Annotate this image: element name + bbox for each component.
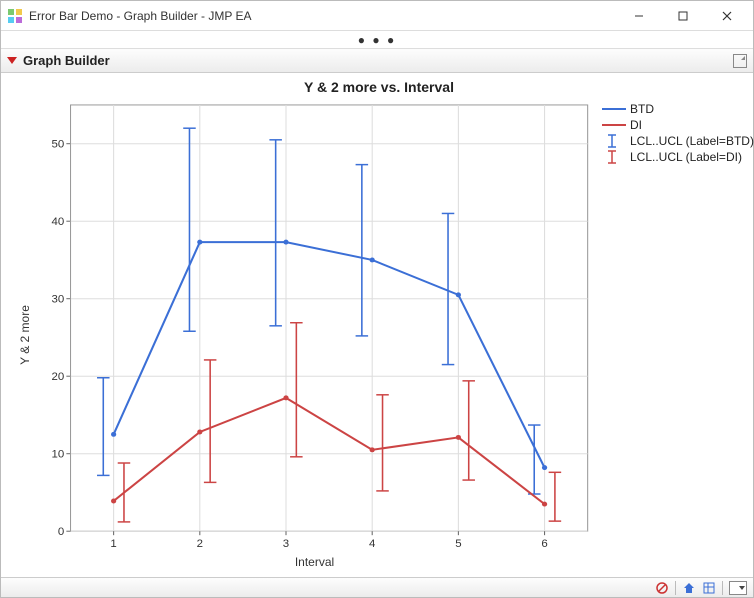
disclosure-triangle-icon[interactable]	[7, 57, 17, 64]
chart-container: Y & 2 more vs. Interval Y & 2 more 0 10 20…	[17, 79, 741, 571]
data-table-icon[interactable]	[702, 581, 716, 595]
svg-text:1: 1	[110, 538, 116, 550]
chart-title: Y & 2 more vs. Interval	[17, 79, 741, 99]
svg-text:4: 4	[369, 538, 375, 550]
overflow-icon: ● ● ●	[358, 33, 396, 47]
status-bar	[1, 577, 753, 597]
status-divider	[722, 581, 723, 595]
y-axis-title[interactable]: Y & 2 more	[17, 99, 33, 571]
minimize-button[interactable]	[617, 2, 661, 30]
chart-plot-area[interactable]: 0 10 20 30 40 50 1 2 3 4 5 6	[33, 99, 596, 555]
svg-text:20: 20	[52, 371, 65, 383]
toolbar-overflow[interactable]: ● ● ●	[1, 31, 753, 49]
window-title: Error Bar Demo - Graph Builder - JMP EA	[29, 9, 617, 23]
svg-text:3: 3	[283, 538, 289, 550]
close-button[interactable]	[705, 2, 749, 30]
svg-text:2: 2	[197, 538, 203, 550]
svg-text:30: 30	[52, 294, 65, 306]
popout-icon[interactable]	[733, 54, 747, 68]
display-options-dropdown[interactable]	[729, 581, 747, 595]
window-titlebar: Error Bar Demo - Graph Builder - JMP EA	[1, 1, 753, 31]
report-title: Graph Builder	[23, 53, 733, 68]
svg-text:5: 5	[455, 538, 461, 550]
stop-icon[interactable]	[655, 581, 669, 595]
legend-label: BTD	[630, 102, 654, 116]
app-icon	[7, 8, 23, 24]
x-axis-title[interactable]: Interval	[33, 555, 596, 571]
line-swatch-icon	[602, 118, 626, 132]
report-body: Y & 2 more vs. Interval Y & 2 more 0 10 20…	[1, 73, 753, 577]
chart-legend[interactable]: BTD DILCL..UCL (Label=BTD)LCL..UCL (Label…	[596, 99, 741, 571]
legend-label: LCL..UCL (Label=DI)	[630, 150, 742, 164]
errorbar-swatch-icon	[602, 134, 626, 148]
svg-text:10: 10	[52, 449, 65, 461]
maximize-button[interactable]	[661, 2, 705, 30]
svg-text:40: 40	[52, 216, 65, 228]
legend-item[interactable]: LCL..UCL (Label=BTD)	[602, 133, 739, 149]
svg-text:0: 0	[58, 526, 64, 538]
legend-label: LCL..UCL (Label=BTD)	[630, 134, 754, 148]
svg-text:50: 50	[52, 139, 65, 151]
svg-text:6: 6	[541, 538, 547, 550]
legend-label: DI	[630, 118, 642, 132]
report-header: Graph Builder	[1, 49, 753, 73]
home-icon[interactable]	[682, 581, 696, 595]
legend-item[interactable]: DI	[602, 117, 739, 133]
status-divider	[675, 581, 676, 595]
legend-item[interactable]: BTD	[602, 101, 739, 117]
line-swatch-icon	[602, 102, 626, 116]
errorbar-swatch-icon	[602, 150, 626, 164]
legend-item[interactable]: LCL..UCL (Label=DI)	[602, 149, 739, 165]
